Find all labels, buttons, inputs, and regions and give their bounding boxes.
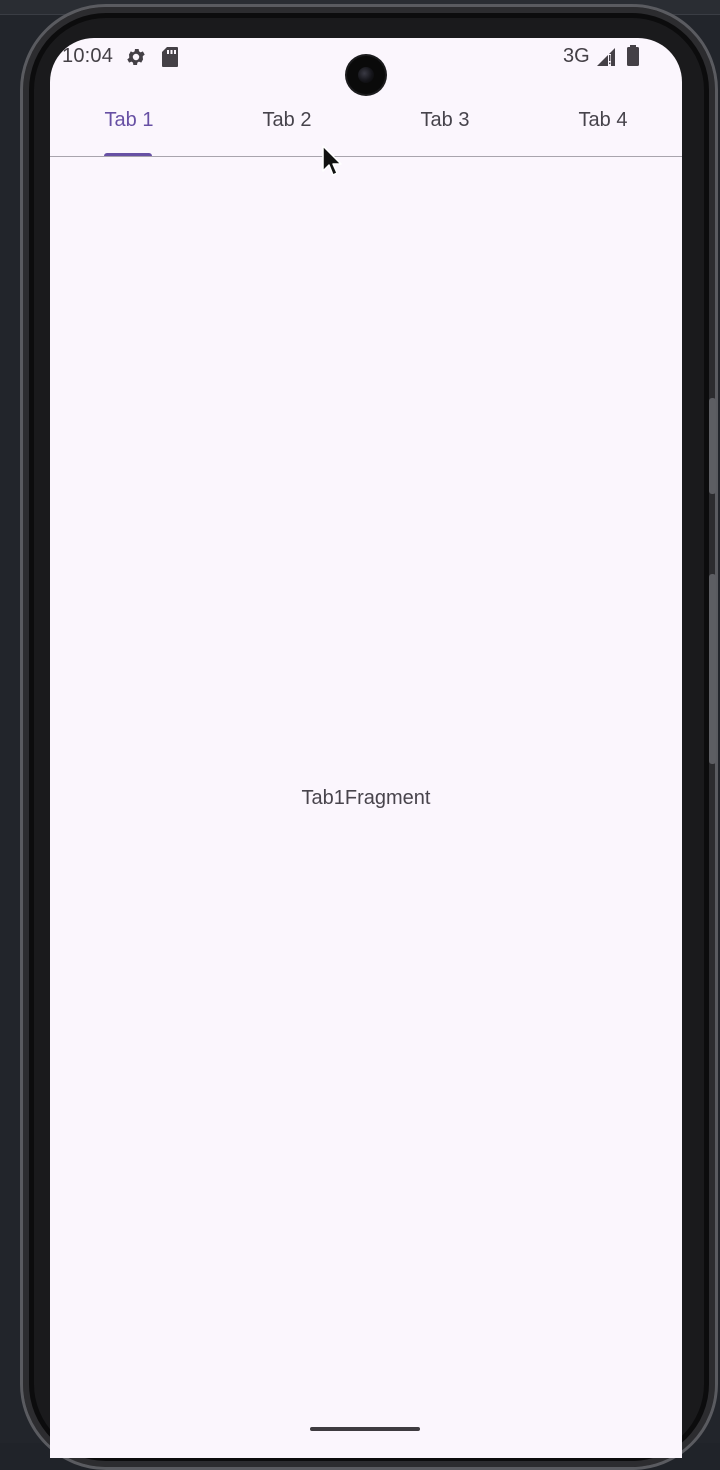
power-button[interactable] xyxy=(709,398,716,494)
sd-card-icon xyxy=(161,46,179,73)
fragment-content-text: Tab1Fragment xyxy=(301,787,431,809)
tab-1[interactable]: Tab 1 xyxy=(50,84,208,156)
signal-icon xyxy=(596,47,616,72)
network-type: 3G xyxy=(563,45,590,67)
tab-bar: Tab 1 Tab 2 Tab 3 Tab 4 xyxy=(50,84,682,156)
camera-lens xyxy=(358,67,374,83)
status-time: 10:04 xyxy=(62,45,114,67)
tab-divider xyxy=(50,156,682,157)
tab-3[interactable]: Tab 3 xyxy=(366,84,524,156)
volume-button[interactable] xyxy=(709,574,716,764)
mouse-cursor-icon xyxy=(322,145,344,184)
settings-icon xyxy=(125,46,147,73)
tab-4[interactable]: Tab 4 xyxy=(524,84,682,156)
phone-screen: 10:04 3G Tab 1 Tab 2 Tab 3 Tab 4 Tab1Fra… xyxy=(50,38,682,1458)
desktop-background: 10:04 3G Tab 1 Tab 2 Tab 3 Tab 4 Tab1Fra… xyxy=(0,0,720,1470)
gesture-nav-handle[interactable] xyxy=(310,1427,420,1431)
battery-icon xyxy=(626,45,640,72)
